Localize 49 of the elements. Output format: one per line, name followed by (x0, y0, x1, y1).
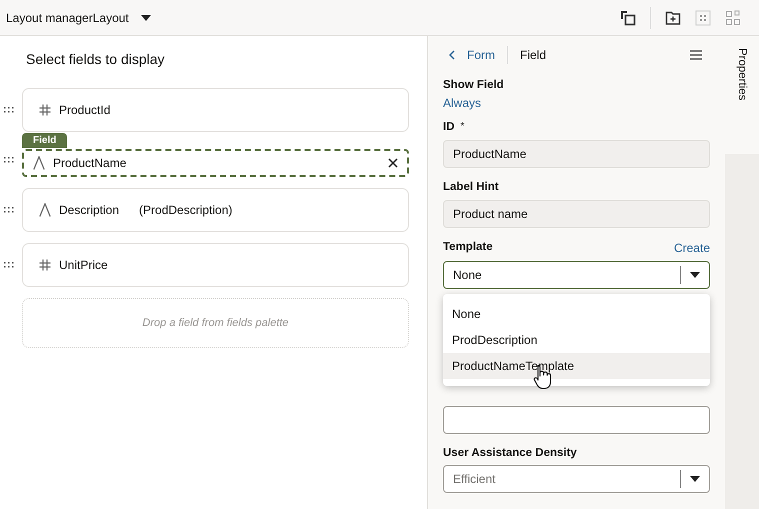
breadcrumb-link[interactable]: Form (467, 48, 495, 62)
drag-handle-icon[interactable] (4, 262, 14, 268)
label-hint-field[interactable]: Product name (443, 200, 710, 228)
panel-title: Field (520, 48, 546, 62)
dropdown-option[interactable]: ProductNameTemplate (443, 353, 710, 379)
field-label: Show Field (443, 79, 505, 91)
field-template: (ProdDescription) (139, 203, 232, 217)
field-name: Description (59, 203, 120, 217)
drag-handle-icon[interactable] (4, 207, 14, 213)
drag-handle-icon[interactable] (4, 157, 14, 163)
field-card[interactable]: UnitPrice (22, 243, 409, 287)
caret-icon[interactable] (690, 476, 700, 482)
column-span-field[interactable] (443, 406, 710, 434)
dropdown-option[interactable]: ProdDescription (443, 327, 710, 353)
field-label: Label Hint (443, 181, 500, 193)
back-icon[interactable] (449, 50, 455, 60)
create-link[interactable]: Create (674, 241, 710, 255)
layout-title[interactable]: Layout managerLayout (6, 10, 129, 24)
field-card[interactable]: ProductId (22, 88, 409, 132)
field-name: UnitPrice (59, 258, 108, 272)
dropdown-option[interactable]: None (443, 301, 710, 327)
canvas-heading: Select fields to display (26, 51, 166, 67)
letter-a-icon (39, 203, 51, 217)
caret-icon[interactable] (690, 272, 700, 278)
required-mark: * (460, 121, 464, 132)
field-card[interactable]: Description (ProdDescription) (22, 188, 409, 232)
id-field[interactable]: ProductName (443, 140, 710, 168)
field-label: User Assistance Density (443, 447, 578, 459)
caret-icon[interactable] (140, 14, 151, 20)
field-name: ProductId (59, 103, 110, 117)
hash-icon (39, 104, 51, 116)
density-select[interactable]: Efficient (443, 465, 710, 493)
field-name: ProductName (53, 156, 126, 170)
add-folder-icon[interactable] (665, 10, 681, 26)
menu-icon[interactable] (690, 50, 702, 60)
drop-hint: Drop a field from fields palette (142, 317, 289, 329)
tiles-icon[interactable] (725, 10, 741, 26)
template-select[interactable]: None (443, 261, 710, 289)
field-label: Template (443, 241, 493, 253)
side-tab[interactable]: Properties (725, 36, 759, 154)
field-label: ID (443, 121, 454, 133)
copy-icon[interactable] (620, 10, 636, 26)
field-badge: Field (22, 133, 68, 148)
letter-a-icon (33, 156, 45, 170)
close-icon[interactable] (388, 158, 398, 168)
show-field-link[interactable]: Always (443, 96, 710, 110)
drag-handle-icon[interactable] (4, 107, 14, 113)
hash-icon (39, 259, 51, 271)
grid-icon[interactable] (695, 10, 711, 26)
